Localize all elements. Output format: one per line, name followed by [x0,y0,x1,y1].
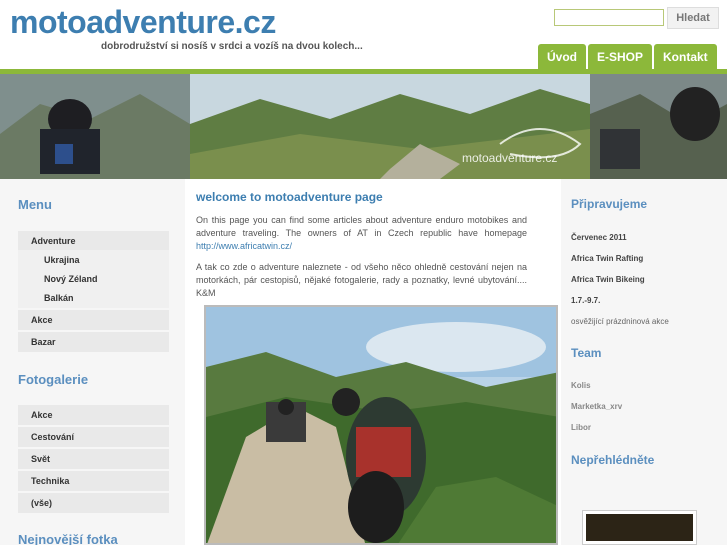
upcoming-event-rafting[interactable]: Africa Twin Rafting [571,254,643,263]
banner-watermark: motoadventure.cz [462,151,558,165]
upcoming-dates: 1.7.-9.7. [571,296,601,305]
search-button[interactable]: Hledat [667,7,719,29]
nav-tab-kontakt[interactable]: Kontakt [654,44,717,70]
dont-miss-image [586,514,693,541]
menu-item-bazar[interactable]: Bazar [18,332,169,352]
africatwin-link[interactable]: http://www.africatwin.cz/ [196,241,292,251]
newest-photo-heading: Nejnovější fotka [18,532,118,545]
team-member-libor[interactable]: Libor [571,423,591,432]
gallery-item-vse[interactable]: (vše) [18,493,169,513]
search-input[interactable] [554,9,664,26]
intro-text: On this page you can find some articles … [196,215,527,238]
gallery-item-svet[interactable]: Svět [18,449,169,469]
upcoming-heading: Připravujeme [571,197,648,211]
header-banner: motoadventure.cz [0,74,727,179]
menu-item-balkan[interactable]: Balkán [18,288,169,308]
nav-tab-uvod[interactable]: Úvod [538,44,586,70]
menu-item-adventure[interactable]: Adventure [18,231,169,251]
gallery-item-akce[interactable]: Akce [18,405,169,425]
upcoming-description: osvěžijící prázdninová akce [571,317,669,326]
upcoming-event-bikeing[interactable]: Africa Twin Bikeing [571,275,645,284]
team-heading: Team [571,346,602,360]
upcoming-date: Červenec 2011 [571,233,627,242]
gallery-item-cestovani[interactable]: Cestování [18,427,169,447]
gallery-item-technika[interactable]: Technika [18,471,169,491]
tagline: dobrodružství si nosíš v srdci a vozíš n… [101,41,363,52]
intro-paragraph: On this page you can find some articles … [196,214,527,253]
menu-item-ukrajina[interactable]: Ukrajina [18,250,169,270]
nav-tab-eshop[interactable]: E-SHOP [588,44,653,70]
menu-item-novy-zeland[interactable]: Nový Zéland [18,269,169,289]
page-title: welcome to motoadventure page [196,190,383,204]
team-member-marketka[interactable]: Marketka_xrv [571,402,622,411]
gallery-heading: Fotogalerie [18,372,89,387]
main-nav: Úvod E-SHOP Kontakt [538,44,717,70]
dont-miss-heading: Nepřehlédněte [571,453,655,467]
main-photo [204,305,558,545]
team-member-kolis[interactable]: Kolis [571,381,591,390]
dont-miss-banner[interactable] [582,510,697,545]
menu-heading: Menu [18,197,52,212]
description-paragraph: A tak co zde o adventure naleznete - od … [196,262,527,298]
menu-item-akce[interactable]: Akce [18,310,169,330]
site-logo[interactable]: motoadventure.cz [10,4,276,41]
